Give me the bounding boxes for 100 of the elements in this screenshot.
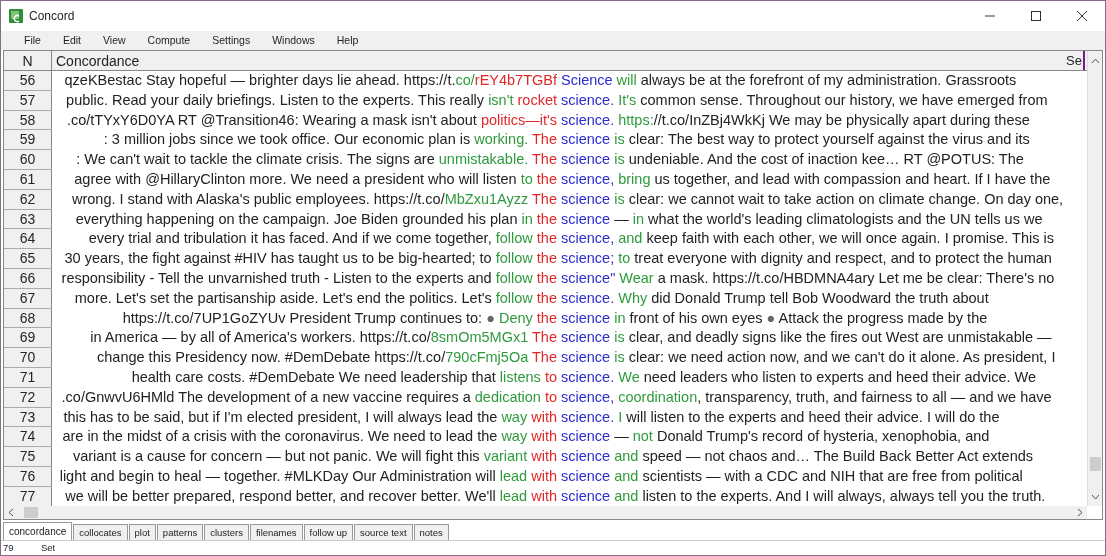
concordance-right-text: Wear a mask. https://t.co/HBDMNA4ary Let me be clear: There's no xyxy=(619,268,1055,288)
concordance-left-text: are in the midst of a crisis with the coronavirus. We need to lead the way with xyxy=(62,427,557,447)
concordance-right-text: Why did Donald Trump tell Bob Woodward the truth about xyxy=(618,288,989,308)
scroll-left-icon[interactable] xyxy=(8,508,14,517)
status-text: 79 xyxy=(2,541,15,555)
concordance-left-text: responsibility - Tell the unvarnished truth - Listen to the experts and follow the xyxy=(61,268,557,288)
row-number: 77 xyxy=(4,486,52,507)
concordance-right-text: in front of his own eyes ● Attack the progress made by the xyxy=(614,308,988,328)
tab[interactable]: concordance xyxy=(3,522,73,540)
concordance-left-text: .co/GnwvU6HMld The development of a new vaccine requires a dedication to xyxy=(61,387,557,407)
concordance-left-text: this has to be said, but if I'm elected president, I will always lead the way with xyxy=(63,407,557,427)
concordance-left-text: agree with @HillaryClinton more. We need a president who will listen to the xyxy=(74,170,557,189)
concordance-left-text: : We can't wait to tackle the climate crisis. The signs are unmistakable. The xyxy=(76,150,557,170)
concordance-right-text: is clear: we need action now, and we can't do it alone. As president, I xyxy=(614,348,1056,368)
concordance-right-text: is clear: we cannot wait to take action on climate change. On day one, xyxy=(614,189,1064,209)
tab[interactable]: notes xyxy=(413,524,449,540)
window-title: Concord xyxy=(29,8,75,25)
search-word: science xyxy=(561,466,611,486)
search-word: science xyxy=(561,486,611,506)
concordance-left-text: public. Read your daily briefings. Listen to the experts. This really isn't rocket xyxy=(66,90,557,110)
row-number: 65 xyxy=(4,249,52,269)
row-number: 64 xyxy=(4,229,52,250)
tab[interactable]: source text xyxy=(354,524,413,540)
concordance-right-text: is undeniable. And the cost of inaction kee… RT @POTUS: The xyxy=(614,150,1024,170)
search-word: science. xyxy=(561,90,615,110)
maximize-icon[interactable] xyxy=(1030,11,1042,21)
search-word: science xyxy=(561,427,611,447)
row-number: 71 xyxy=(4,367,52,388)
row-number: 67 xyxy=(4,288,52,309)
concordance-right-text: coordination, transparency, truth, and fairness to all — and we have xyxy=(618,387,1052,407)
search-word: science xyxy=(561,447,611,467)
status-text: Set xyxy=(41,541,56,555)
concordance-right-text: I will listen to the experts and heed their advice. I will do the xyxy=(618,407,1000,427)
row-number: 58 xyxy=(4,110,52,131)
close-icon[interactable] xyxy=(1076,11,1088,21)
search-word: science xyxy=(561,308,611,328)
search-word: science xyxy=(561,150,611,170)
concordance-left-text: .co/tTYxY6D0YA RT @Transition46: Wearing a mask isn't about politics—it's xyxy=(66,110,557,130)
scroll-thumb[interactable] xyxy=(24,507,38,518)
concordance-right-text: to treat everyone with dignity and respect, and to protect the human xyxy=(618,249,1052,269)
concordance-right-text: We need leaders who listen to experts and heed their advice. We xyxy=(618,367,1036,387)
search-word: science xyxy=(561,130,611,150)
search-word: science, xyxy=(561,170,615,189)
menu-item[interactable]: File xyxy=(13,32,52,49)
app-logo-icon xyxy=(9,9,23,23)
row-number: 61 xyxy=(4,170,52,190)
concordance-right-text: and listen to the experts. And I will always, always tell you the truth. xyxy=(614,486,1046,506)
search-word: science. xyxy=(561,367,615,387)
column-header: Concordance xyxy=(55,52,141,70)
menu-item[interactable]: Settings xyxy=(201,32,262,49)
row-number: 57 xyxy=(4,90,52,111)
concordance-right-text: and speed — not chaos and… The Build Back Better Act extends xyxy=(614,447,1034,467)
concordance-left-text: in America — by all of America's workers. https://t.co/8smOm5MGx1 The xyxy=(90,328,557,348)
tab[interactable]: collocates xyxy=(73,524,128,540)
concordance-left-text: qzeKBestac Stay hopeful — brighter days lie ahead. https://t.co/rEY4b7TGBf xyxy=(64,71,557,90)
search-word: science, xyxy=(561,229,615,249)
scroll-right-icon[interactable] xyxy=(1077,508,1083,517)
scroll-down-icon[interactable] xyxy=(1091,494,1100,500)
concordance-left-text: wrong. I stand with Alaska's public employees. https://t.co/MbZxu1Ayzz The xyxy=(72,189,557,209)
concordance-left-text: : 3 million jobs since we took office. Our economic plan is working. The xyxy=(103,130,557,150)
search-word: science; xyxy=(561,249,615,269)
tab[interactable]: clusters xyxy=(204,524,249,540)
concordance-left-text: every trial and tribulation it has faced. And if we come together, follow the xyxy=(88,229,557,249)
concordance-right-text: and scientists — with a CDC and NIH that are free from political xyxy=(614,466,1023,486)
search-word: science xyxy=(561,328,611,348)
scroll-thumb[interactable] xyxy=(1090,457,1101,471)
concordance-right-text: is clear: The best way to protect yourself against the virus and its xyxy=(614,130,1030,150)
concordance-right-text: will always be at the forefront of my administration. Grassroots xyxy=(616,71,1017,90)
concordance-right-text: It's common sense. Throughout our history, we have emerged from xyxy=(618,90,1048,110)
menu-item[interactable]: Help xyxy=(325,32,370,49)
column-header: Se xyxy=(1065,51,1085,70)
row-number: 70 xyxy=(4,348,52,368)
concordance-left-text: everything happening on the campaign. Joe Biden grounded his plan in the xyxy=(75,209,557,229)
tab[interactable]: patterns xyxy=(156,524,204,540)
row-number: 63 xyxy=(4,209,52,230)
menu-item[interactable]: Windows xyxy=(261,32,326,49)
row-number: 76 xyxy=(4,466,52,487)
concordance-left-text: light and begin to heal — together. #MLKDay Our Administration will lead with xyxy=(59,466,557,486)
menu-item[interactable]: View xyxy=(92,32,137,49)
concordance-left-text: more. Let's set the partisanship aside. Let's end the politics. Let's follow the xyxy=(74,288,557,308)
tab[interactable]: follow up xyxy=(303,524,354,540)
tab[interactable]: filenames xyxy=(249,524,303,540)
row-number: 66 xyxy=(4,268,52,289)
search-word: science, xyxy=(561,387,615,407)
row-number: 69 xyxy=(4,328,52,349)
row-number: 73 xyxy=(4,407,52,428)
row-number: 60 xyxy=(4,150,52,170)
row-number: 72 xyxy=(4,387,52,408)
search-word: Science xyxy=(561,71,613,90)
search-word: science" xyxy=(561,268,616,288)
menu-item[interactable]: Compute xyxy=(136,32,202,49)
tab[interactable]: plot xyxy=(128,524,156,540)
row-number: 75 xyxy=(4,447,52,467)
concordance-right-text: — not Donald Trump's record of hysteria, xenophobia, and xyxy=(614,427,990,447)
search-word: science. xyxy=(561,110,615,130)
scroll-up-icon[interactable] xyxy=(1091,58,1100,64)
menu-item[interactable]: Edit xyxy=(51,32,92,49)
search-word: science xyxy=(561,348,611,368)
search-word: science. xyxy=(561,288,615,308)
concordance-left-text: variant is a cause for concern — but not panic. We will fight this variant with xyxy=(72,447,557,467)
